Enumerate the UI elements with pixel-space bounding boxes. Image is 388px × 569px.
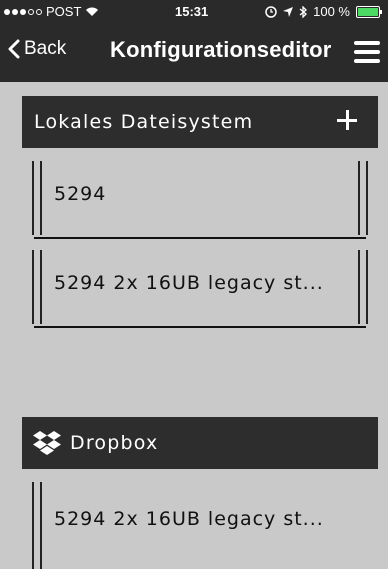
dropbox-icon: [33, 431, 61, 455]
page-title: Konfigurationseditor: [110, 37, 332, 62]
add-icon[interactable]: [332, 105, 362, 135]
list-item[interactable]: 5294 2x 16UB legacy st...: [22, 478, 378, 569]
signal-dots-icon: [4, 8, 42, 15]
chevron-left-icon: [8, 39, 20, 59]
top-bar: POST 15:31 100 % Back Konfigurationsedit…: [0, 0, 388, 82]
status-bar: POST 15:31 100 %: [0, 0, 388, 24]
item-label: 5294 2x 16UB legacy st...: [54, 508, 324, 530]
item-left-rail: [32, 250, 42, 324]
item-left-rail: [32, 482, 42, 569]
back-button[interactable]: Back: [8, 38, 66, 60]
item-left-rail: [32, 161, 42, 235]
item-right-rail: [358, 161, 368, 235]
status-right-group: 100 %: [265, 4, 382, 19]
item-divider: [34, 326, 366, 328]
navigation-bar: Back Konfigurationseditor: [0, 24, 388, 82]
wifi-icon: [86, 7, 99, 16]
carrier-group: POST: [4, 4, 99, 19]
battery-percent: 100 %: [313, 4, 350, 19]
status-time: 15:31: [175, 4, 209, 19]
list-item[interactable]: 5294 2x 16UB legacy st...: [22, 246, 378, 328]
item-divider: [34, 237, 366, 239]
location-arrow-icon: [283, 6, 294, 17]
hamburger-menu-icon[interactable]: [354, 41, 380, 63]
carrier-label: POST: [46, 4, 82, 19]
back-label: Back: [24, 38, 67, 59]
item-label: 5294: [54, 183, 107, 205]
local-filesystem-title: Lokales Dateisystem: [34, 111, 254, 133]
item-right-rail: [358, 250, 368, 324]
list-item[interactable]: 5294: [22, 157, 378, 239]
item-label: 5294 2x 16UB legacy st...: [54, 272, 324, 294]
dropbox-header: Dropbox: [22, 417, 378, 469]
battery-icon: [356, 5, 382, 18]
local-filesystem-header: Lokales Dateisystem: [22, 96, 378, 148]
alarm-clock-icon: [265, 5, 277, 18]
dropbox-title: Dropbox: [70, 432, 159, 454]
bluetooth-icon: [299, 5, 308, 18]
